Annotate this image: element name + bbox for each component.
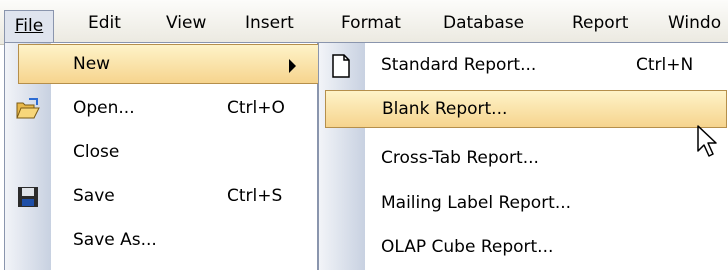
- menu-item-label: Close: [73, 142, 120, 162]
- menu-database[interactable]: Database: [443, 10, 524, 38]
- file-menu-item-close[interactable]: Close: [5, 131, 317, 175]
- menu-insert[interactable]: Insert: [245, 10, 294, 38]
- menu-item-label: OLAP Cube Report...: [381, 237, 554, 257]
- submenu-item-mailing-label-report[interactable]: Mailing Label Report...: [319, 182, 727, 226]
- menu-item-label: Save As...: [73, 230, 157, 250]
- menu-edit[interactable]: Edit: [88, 10, 121, 38]
- open-folder-icon: [15, 96, 41, 122]
- menu-item-label: Cross-Tab Report...: [381, 148, 539, 168]
- submenu-item-cross-tab-report[interactable]: Cross-Tab Report...: [319, 137, 727, 181]
- submenu-item-olap-cube-report[interactable]: OLAP Cube Report...: [319, 226, 727, 270]
- file-menu-item-new[interactable]: New: [18, 44, 320, 84]
- menu-window[interactable]: Windo: [668, 10, 721, 38]
- menu-file[interactable]: File: [4, 10, 54, 42]
- new-submenu: Standard Report... Ctrl+N Blank Report..…: [318, 42, 728, 270]
- mouse-cursor-icon: [697, 125, 719, 164]
- menu-item-label: Save: [73, 186, 115, 206]
- menu-format[interactable]: Format: [341, 10, 401, 38]
- menu-item-shortcut: Ctrl+N: [636, 55, 694, 75]
- menu-item-label: Standard Report...: [381, 55, 537, 75]
- submenu-item-standard-report[interactable]: Standard Report... Ctrl+N: [319, 44, 727, 88]
- menu-item-label: Open...: [73, 98, 135, 118]
- blank-page-icon: [331, 54, 351, 83]
- menu-item-label: New: [73, 54, 111, 74]
- file-menu-item-save-as[interactable]: Save As...: [5, 219, 317, 263]
- file-menu: New Open... Ctrl+O Close Save Ctrl+S Sav…: [4, 42, 320, 270]
- menu-report[interactable]: Report: [572, 10, 628, 38]
- save-disk-icon: [15, 184, 41, 210]
- menu-file-label: File: [14, 16, 44, 36]
- menu-item-label: Mailing Label Report...: [381, 193, 572, 213]
- submenu-arrow-icon: [289, 59, 296, 73]
- file-menu-item-save[interactable]: Save Ctrl+S: [5, 175, 317, 219]
- menu-view[interactable]: View: [166, 10, 206, 38]
- file-menu-item-open[interactable]: Open... Ctrl+O: [5, 87, 317, 131]
- menu-item-shortcut: Ctrl+S: [227, 186, 283, 206]
- menu-bar: File Edit View Insert Format Database Re…: [0, 0, 728, 45]
- menu-item-label: Blank Report...: [382, 99, 508, 119]
- submenu-item-blank-report[interactable]: Blank Report...: [325, 90, 727, 128]
- menu-item-shortcut: Ctrl+O: [227, 98, 285, 118]
